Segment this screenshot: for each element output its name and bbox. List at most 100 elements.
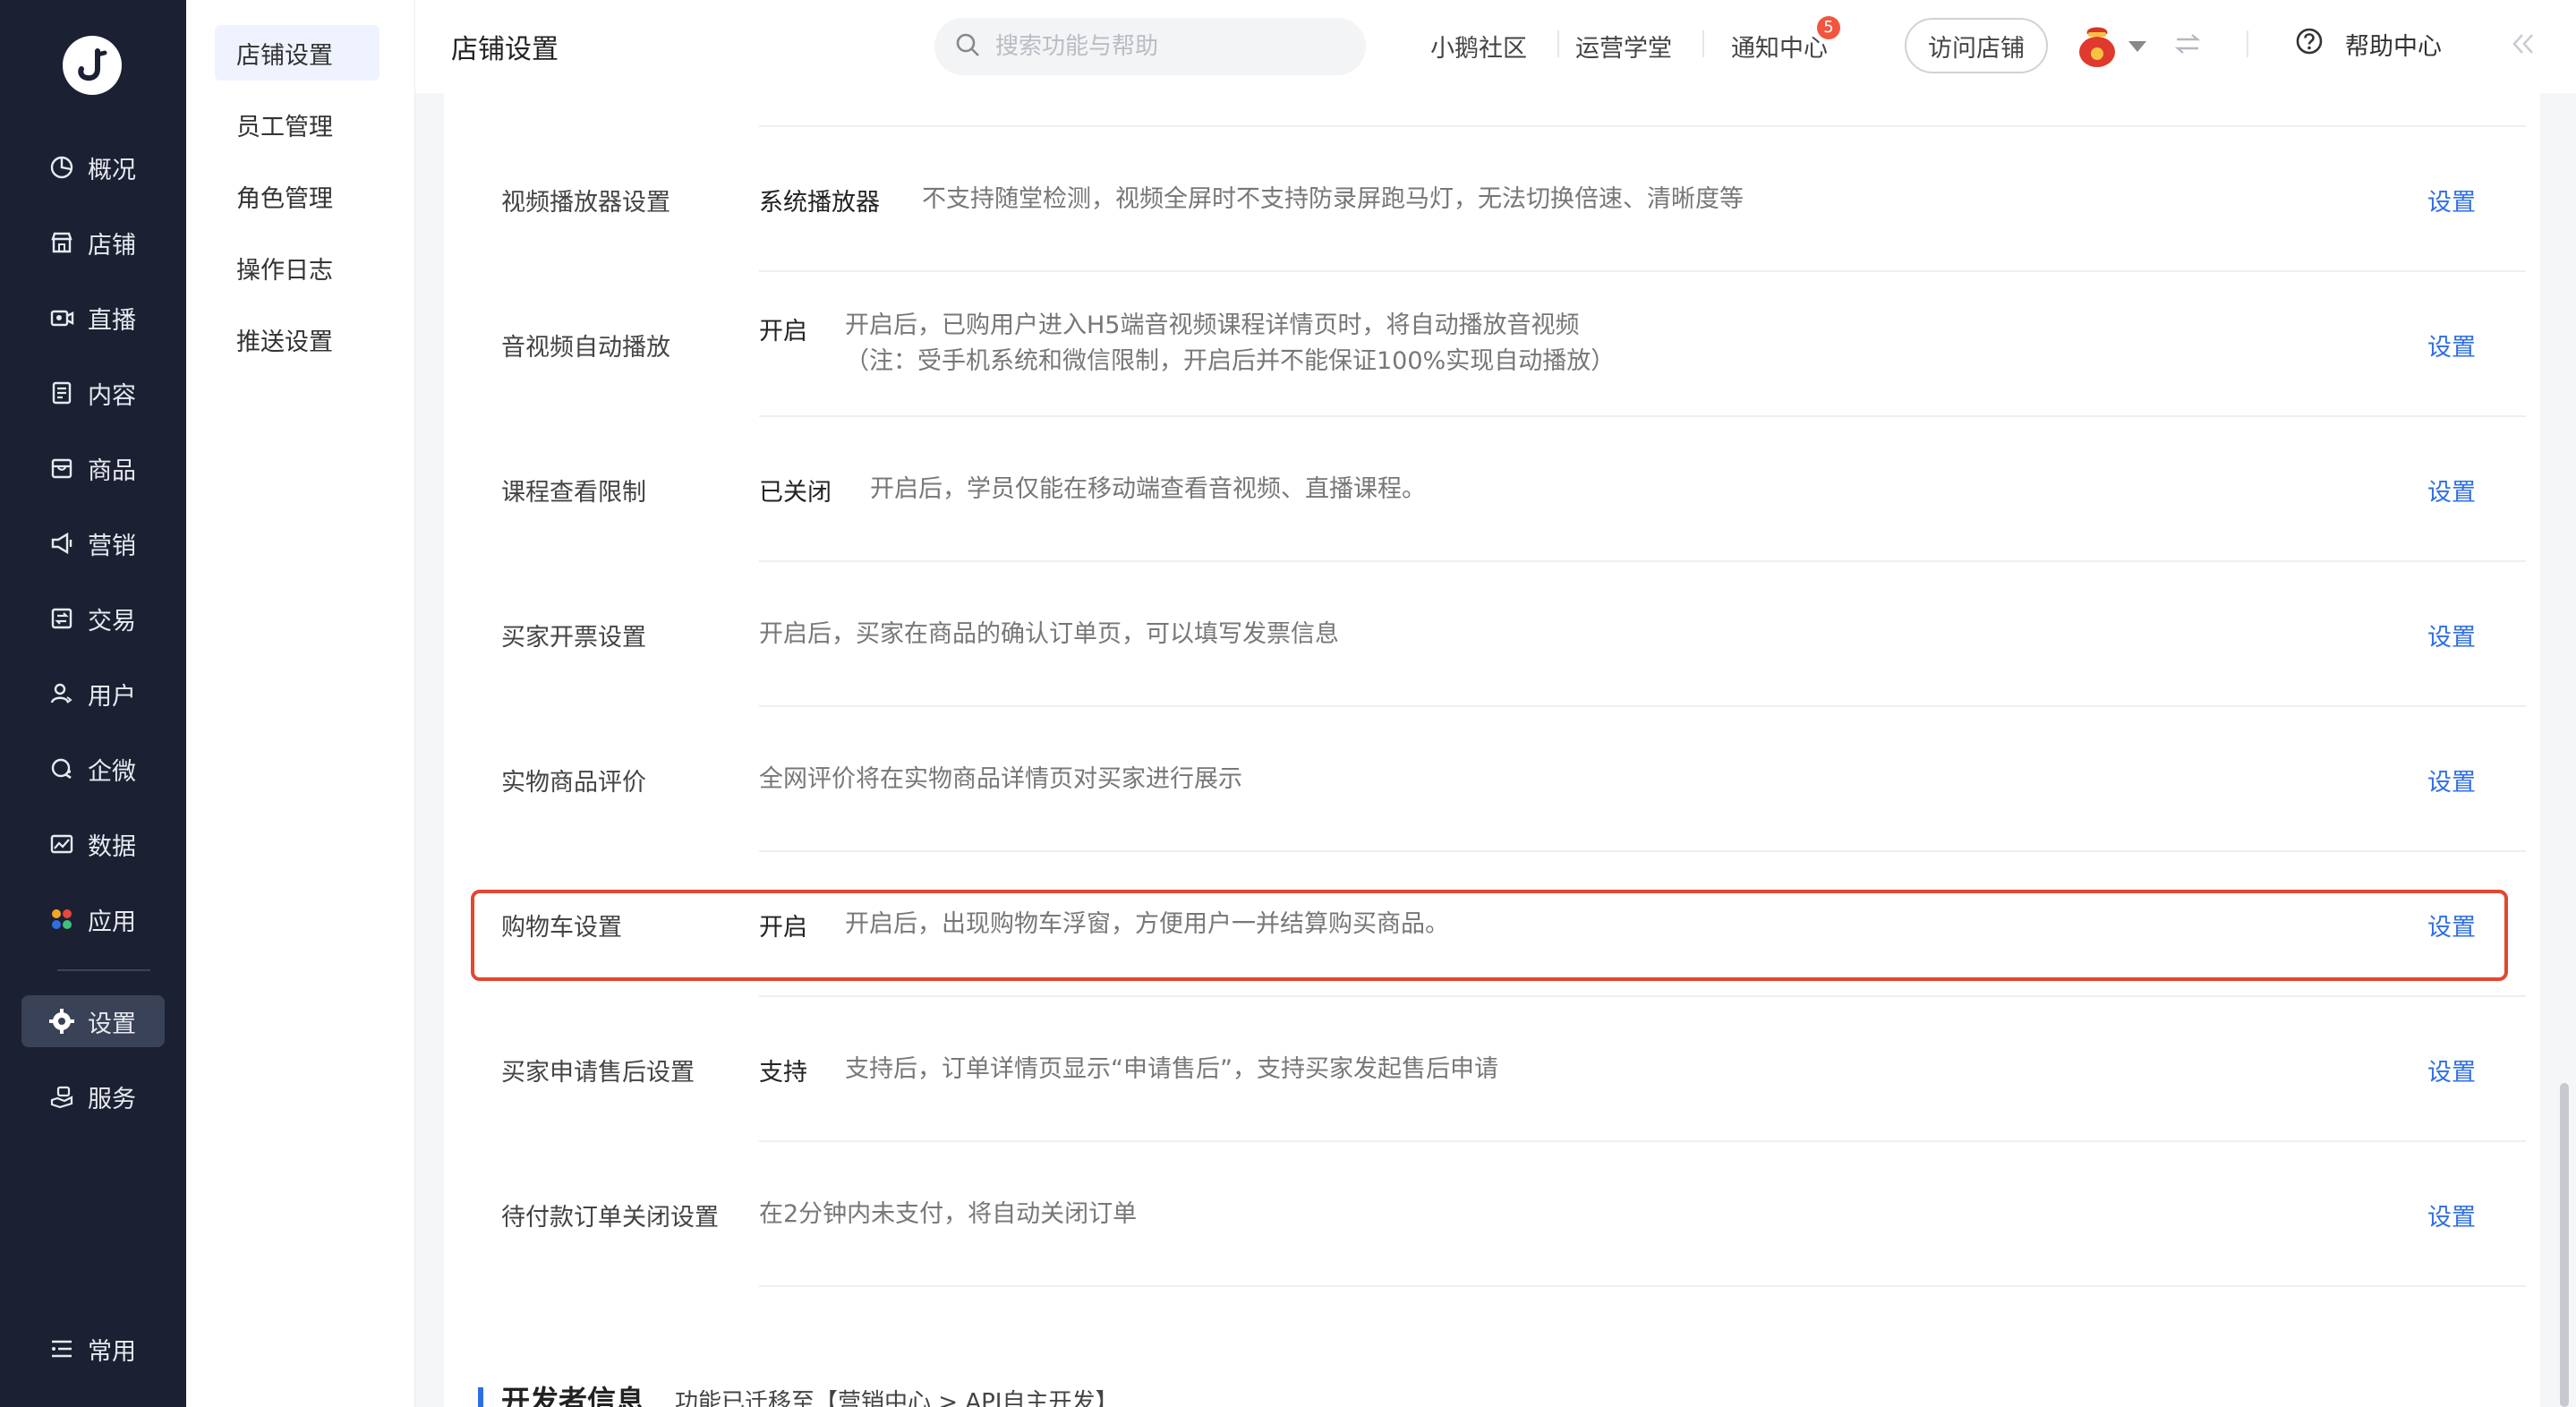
- nav-label: 直播: [88, 306, 136, 335]
- developer-section-title: 开发者信息: [501, 1384, 645, 1407]
- nav-item-shop[interactable]: 店铺: [21, 217, 165, 269]
- setting-action-link[interactable]: 设置: [2427, 763, 2476, 797]
- header-divider: [1557, 30, 1559, 57]
- scrollbar-thumb[interactable]: [2560, 1083, 2569, 1407]
- nav-item-service[interactable]: 服务: [21, 1070, 165, 1122]
- list-icon: [48, 1335, 75, 1362]
- setting-description: 开启后，买家在商品的确认订单页，可以填写发票信息: [759, 620, 1339, 648]
- setting-description: 支持后，订单详情页显示“申请售后”，支持买家发起售后申请: [845, 1055, 1498, 1083]
- nav-label: 概况: [88, 156, 136, 184]
- nav-label: 营销: [88, 532, 136, 560]
- setting-action-link[interactable]: 设置: [2427, 618, 2476, 652]
- community-link[interactable]: 小鹅社区: [1430, 29, 1527, 64]
- help-center[interactable]: 帮助中心: [2295, 27, 2442, 62]
- setting-action-link[interactable]: 设置: [2427, 183, 2476, 217]
- setting-action-link[interactable]: 设置: [2427, 908, 2476, 942]
- nav-label: 常用: [88, 1337, 136, 1366]
- nav-item-live[interactable]: 直播: [21, 292, 165, 344]
- submenu-label: 角色管理: [236, 184, 333, 213]
- setting-row-autoplay: 音视频自动播放 开启 开启后，已购用户进入H5端音视频课程详情页时，将自动播放音…: [444, 272, 2540, 417]
- setting-label: 实物商品评价: [501, 768, 646, 797]
- search-input[interactable]: [995, 33, 1335, 60]
- search-icon: [954, 31, 981, 62]
- user-icon: [48, 680, 75, 707]
- visit-store-button[interactable]: 访问店铺: [1905, 18, 2048, 73]
- setting-label: 买家开票设置: [501, 623, 646, 652]
- header-divider: [2247, 30, 2248, 57]
- setting-action-link[interactable]: 设置: [2427, 1053, 2476, 1087]
- nav-item-user[interactable]: 用户: [21, 668, 165, 720]
- setting-status: 支持: [759, 1058, 807, 1087]
- nav-item-overview[interactable]: 概况: [21, 141, 165, 193]
- nav-item-content[interactable]: 内容: [21, 367, 165, 419]
- content-icon: [48, 379, 75, 406]
- apps-icon: [48, 906, 75, 933]
- submenu-label: 推送设置: [236, 328, 333, 356]
- submenu-label: 操作日志: [236, 256, 333, 285]
- setting-status: 开启: [759, 318, 807, 345]
- row-divider: [759, 1285, 2526, 1287]
- shop-icon: [48, 229, 75, 256]
- section-accent-bar: [478, 1387, 483, 1407]
- overview-icon: [48, 154, 75, 181]
- notification-center-link[interactable]: 通知中心: [1731, 29, 1828, 64]
- setting-label: 音视频自动播放: [501, 333, 670, 362]
- setting-action-link[interactable]: 设置: [2427, 473, 2476, 507]
- notification-badge: 5: [1817, 16, 1840, 39]
- setting-description: 开启后，已购用户进入H5端音视频课程详情页时，将自动播放音视频 （注：受手机系统…: [845, 308, 1615, 379]
- setting-label: 买家申请售后设置: [501, 1058, 695, 1087]
- wecom-icon: [48, 755, 75, 782]
- nav-label: 应用: [88, 908, 136, 936]
- academy-link[interactable]: 运营学堂: [1575, 29, 1672, 64]
- goods-icon: [48, 455, 75, 482]
- question-icon: [2295, 27, 2324, 62]
- submenu-store-settings[interactable]: 店铺设置: [215, 25, 380, 81]
- header-divider: [1702, 30, 1704, 57]
- setting-row-invoice: 买家开票设置 开启后，买家在商品的确认订单页，可以填写发票信息 设置: [444, 562, 2540, 707]
- submenu-label: 员工管理: [236, 113, 333, 141]
- setting-description-note: （注：受手机系统和微信限制，开启后并不能保证100%实现自动播放）: [845, 347, 1616, 375]
- collapse-icon[interactable]: [2510, 30, 2537, 61]
- nav-divider: [57, 969, 150, 971]
- nav-item-apps[interactable]: 应用: [21, 893, 165, 945]
- nav-label: 数据: [88, 832, 136, 861]
- data-icon: [48, 831, 75, 857]
- setting-label: 待付款订单关闭设置: [501, 1203, 719, 1232]
- setting-description: 不支持随堂检测，视频全屏时不支持防录屏跑马灯，无法切换倍速、清晰度等: [922, 185, 1744, 213]
- trade-icon: [48, 605, 75, 632]
- setting-status: 系统播放器: [759, 188, 880, 217]
- settings-submenu: 店铺设置 员工管理 角色管理 操作日志 推送设置: [186, 0, 415, 1407]
- switch-icon[interactable]: [2174, 32, 2201, 59]
- help-center-label: 帮助中心: [2345, 33, 2442, 61]
- setting-row-after-sales: 买家申请售后设置 支持 支持后，订单详情页显示“申请售后”，支持买家发起售后申请…: [444, 997, 2540, 1142]
- nav-item-wecom[interactable]: 企微: [21, 743, 165, 795]
- nav-label: 内容: [88, 381, 136, 410]
- nav-item-marketing[interactable]: 营销: [21, 517, 165, 569]
- setting-label: 购物车设置: [501, 913, 622, 942]
- nav-item-settings[interactable]: 设置: [21, 995, 165, 1047]
- service-icon: [48, 1083, 75, 1110]
- brand-logo[interactable]: [63, 36, 122, 95]
- setting-row-shopping-cart: 购物车设置 开启 开启后，出现购物车浮窗，方便用户一并结算购买商品。 设置: [444, 852, 2540, 997]
- live-icon: [48, 304, 75, 331]
- setting-label: 视频播放器设置: [501, 188, 670, 217]
- gear-icon: [48, 1008, 75, 1035]
- setting-description: 全网评价将在实物商品详情页对买家进行展示: [759, 765, 1242, 793]
- setting-action-link[interactable]: 设置: [2427, 1198, 2476, 1232]
- nav-label: 服务: [88, 1085, 136, 1113]
- chevron-down-icon[interactable]: [2128, 39, 2147, 56]
- nav-item-data[interactable]: 数据: [21, 818, 165, 870]
- nav-item-goods[interactable]: 商品: [21, 442, 165, 494]
- nav-label: 企微: [88, 757, 136, 786]
- settings-panel: 视频播放器设置 系统播放器 不支持随堂检测，视频全屏时不支持防录屏跑马灯，无法切…: [444, 93, 2540, 1407]
- nav-item-common[interactable]: 常用: [21, 1323, 165, 1375]
- lucky-bag-icon[interactable]: [2077, 21, 2118, 72]
- setting-row-video-player: 视频播放器设置 系统播放器 不支持随堂检测，视频全屏时不支持防录屏跑马灯，无法切…: [444, 127, 2540, 272]
- page-title: 店铺设置: [451, 34, 559, 65]
- nav-label: 设置: [88, 1010, 136, 1038]
- nav-item-trade[interactable]: 交易: [21, 593, 165, 644]
- developer-section-note: 功能已迁移至【营销中心 > API自主开发】: [675, 1389, 1119, 1407]
- setting-action-link[interactable]: 设置: [2427, 328, 2476, 362]
- submenu-label: 店铺设置: [236, 41, 333, 70]
- search-box[interactable]: [934, 18, 1366, 75]
